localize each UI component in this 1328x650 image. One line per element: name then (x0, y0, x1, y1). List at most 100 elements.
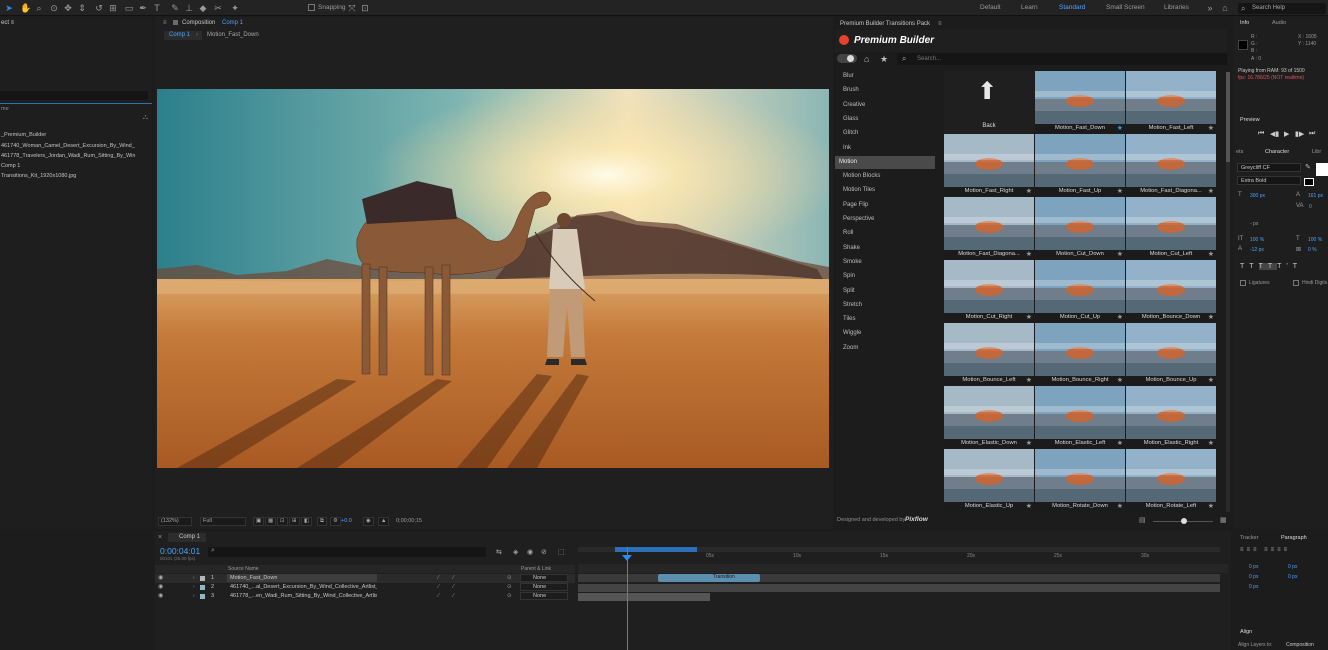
grid-view-icon[interactable]: ▦ (1220, 516, 1227, 524)
resolution-dropdown[interactable]: Full (200, 517, 246, 526)
favorite-star-icon[interactable]: ★ (1026, 439, 1032, 448)
first-frame-icon[interactable]: ⏮ (1258, 130, 1264, 138)
timeline-layer-row[interactable]: ◉ › 3 461778_...en_Wadi_Rum_Sitting_By_Wind… (155, 592, 575, 601)
favorite-star-icon[interactable]: ★ (1208, 439, 1214, 448)
snap-icon[interactable]: ⤧ (347, 3, 357, 13)
space-after-value[interactable]: 0 px (1249, 584, 1258, 590)
category-item[interactable]: Blur (839, 70, 935, 83)
category-item[interactable]: Page Flip (839, 199, 935, 212)
visibility-eye-icon[interactable]: ◉ (158, 574, 163, 583)
expand-arrow-icon[interactable]: › (193, 574, 195, 583)
rotate-tool-icon[interactable]: ↺ (94, 3, 104, 13)
category-item[interactable]: Ink (839, 142, 935, 155)
transition-thumbnail[interactable]: Motion_Bounce_Right ★ (1035, 323, 1125, 385)
track-layer-2[interactable] (578, 584, 1220, 592)
favorite-star-icon[interactable]: ★ (1208, 313, 1214, 322)
work-area-bar[interactable] (578, 547, 1220, 552)
leading-value[interactable]: 161 px (1308, 193, 1323, 199)
favorite-star-icon[interactable]: ★ (1208, 502, 1214, 511)
transition-thumbnail[interactable]: Motion_Cut_Down ★ (1035, 197, 1125, 259)
timeline-tab-comp-1[interactable]: Comp 1 (179, 534, 200, 540)
comp-mini-flowchart-icon[interactable]: ⇆ (496, 548, 502, 556)
workspace-menu-icon[interactable]: » (1205, 3, 1215, 13)
transition-thumbnail[interactable]: Motion_Cut_Up ★ (1035, 260, 1125, 322)
transition-thumbnail[interactable]: Motion_Cut_Right ★ (944, 260, 1034, 322)
project-name-column[interactable]: me (1, 106, 9, 112)
project-item[interactable]: Transitions_Kit_1920x1080.jpg (1, 173, 76, 179)
workspace-standard[interactable]: Standard (1059, 4, 1085, 11)
project-item[interactable]: _Premium_Builder (1, 132, 46, 138)
transition-thumbnail[interactable]: Motion_Rotate_Down ★ (1035, 449, 1125, 511)
favorite-star-icon[interactable]: ★ (1117, 187, 1123, 196)
timeline-layer-row[interactable]: ◉ › 1 Motion_Fast_Down ⁄ ⁄ ⊙ None (155, 574, 575, 583)
link-icon[interactable]: ⊙ (507, 583, 512, 592)
track-layer-1[interactable]: Transition (578, 574, 1220, 582)
dolly-tool-icon[interactable]: ⇕ (77, 3, 87, 13)
tab-libraries[interactable]: Libr (1312, 149, 1321, 155)
frame-blending-icon[interactable]: ⊘ (541, 548, 547, 556)
category-item[interactable]: Stretch (839, 299, 935, 312)
parent-dropdown[interactable]: None (520, 574, 568, 582)
hindi-digits-checkbox[interactable] (1293, 280, 1299, 286)
transition-thumbnail[interactable]: Motion_Fast_Diagona... ★ (944, 197, 1034, 259)
favorite-star-icon[interactable]: ★ (1026, 250, 1032, 259)
parent-dropdown[interactable]: None (520, 583, 568, 591)
favorite-star-icon[interactable]: ★ (1026, 502, 1032, 511)
transition-thumbnail[interactable]: Motion_Fast_Diagona... ★ (1126, 134, 1216, 196)
favorite-star-icon[interactable]: ★ (1117, 313, 1123, 322)
font-style-dropdown[interactable]: Extra Bold (1237, 176, 1301, 185)
mask-icon[interactable]: ⊡ (277, 517, 288, 526)
transition-thumbnail[interactable]: Motion_Fast_Right ★ (944, 134, 1034, 196)
show-snapshot-icon[interactable]: ▲ (378, 517, 390, 526)
type-tool-icon[interactable]: T (152, 3, 162, 13)
category-item[interactable]: Spin (839, 270, 935, 283)
category-item[interactable]: Glass (839, 113, 935, 126)
favorites-star-icon[interactable]: ★ (880, 54, 888, 65)
project-item[interactable]: 461740_Woman_Camel_Desert_Excursion_By_W… (1, 143, 151, 149)
pan-tool-icon[interactable]: ✥ (63, 3, 73, 13)
eraser-tool-icon[interactable]: ◆ (198, 3, 208, 13)
zoom-dropdown[interactable]: (132%) (158, 517, 192, 526)
exposure-value[interactable]: +0.0 (341, 518, 352, 524)
favorite-star-icon[interactable]: ★ (1117, 439, 1123, 448)
hand-tool-icon[interactable]: ✋ (20, 3, 31, 13)
close-tab-icon[interactable]: × (158, 534, 162, 541)
shy-switch-icon[interactable]: ⁄ (438, 592, 439, 601)
indent-first-value[interactable]: 0 px (1249, 574, 1258, 580)
visibility-eye-icon[interactable]: ◉ (158, 592, 163, 601)
tracking-value[interactable]: 0 (1309, 204, 1312, 210)
preview-title[interactable]: Preview (1240, 117, 1260, 123)
category-item[interactable]: Creative (839, 99, 935, 112)
category-item[interactable]: Motion Blocks (839, 170, 935, 183)
category-item[interactable]: Smoke (839, 256, 935, 269)
space-before-value[interactable]: 0 px (1288, 574, 1297, 580)
favorite-star-icon[interactable]: ★ (1026, 313, 1032, 322)
exposure-reset-icon[interactable]: ⚙ (330, 517, 341, 526)
paragraph-align-buttons[interactable]: ≡≡≡ ≡≡≡≡ (1240, 547, 1290, 553)
transition-thumbnail[interactable]: Motion_Elastic_Left ★ (1035, 386, 1125, 448)
brush-tool-icon[interactable]: ✎ (170, 3, 180, 13)
thumb-size-slider-handle[interactable] (1181, 518, 1187, 524)
category-item[interactable]: Glitch (839, 127, 935, 140)
grid-scrollbar[interactable] (1226, 72, 1230, 512)
indent-right-value[interactable]: 0 px (1288, 564, 1297, 570)
hierarchy-icon[interactable]: ⛬ (143, 114, 148, 122)
play-icon[interactable]: ▶ (1284, 130, 1289, 138)
sync-icon[interactable]: ⌂ (1220, 3, 1230, 13)
composition-title[interactable]: Composition (182, 20, 215, 26)
transition-thumbnail[interactable]: Motion_Elastic_Right ★ (1126, 386, 1216, 448)
eyedropper-icon[interactable]: ✎ (1305, 163, 1311, 171)
stroke-color-swatch[interactable] (1304, 178, 1314, 186)
fx-switch-icon[interactable]: ⁄ (453, 574, 454, 583)
snapping-checkbox[interactable] (308, 4, 315, 11)
layer-name[interactable]: 461778_...en_Wadi_Rum_Sitting_By_Wind_Co… (227, 592, 377, 600)
expand-arrow-icon[interactable]: › (193, 583, 195, 592)
toggle-switch[interactable] (837, 54, 857, 63)
favorite-star-icon[interactable]: ★ (1117, 250, 1123, 259)
ligatures-checkbox[interactable] (1240, 280, 1246, 286)
shy-switch-icon[interactable]: ⁄ (438, 583, 439, 592)
category-item[interactable]: Roll (839, 227, 935, 240)
transparency-icon[interactable]: ▦ (265, 517, 277, 526)
transition-thumbnail[interactable]: Motion_Fast_Up ★ (1035, 134, 1125, 196)
last-frame-icon[interactable]: ⏭ (1309, 130, 1315, 138)
